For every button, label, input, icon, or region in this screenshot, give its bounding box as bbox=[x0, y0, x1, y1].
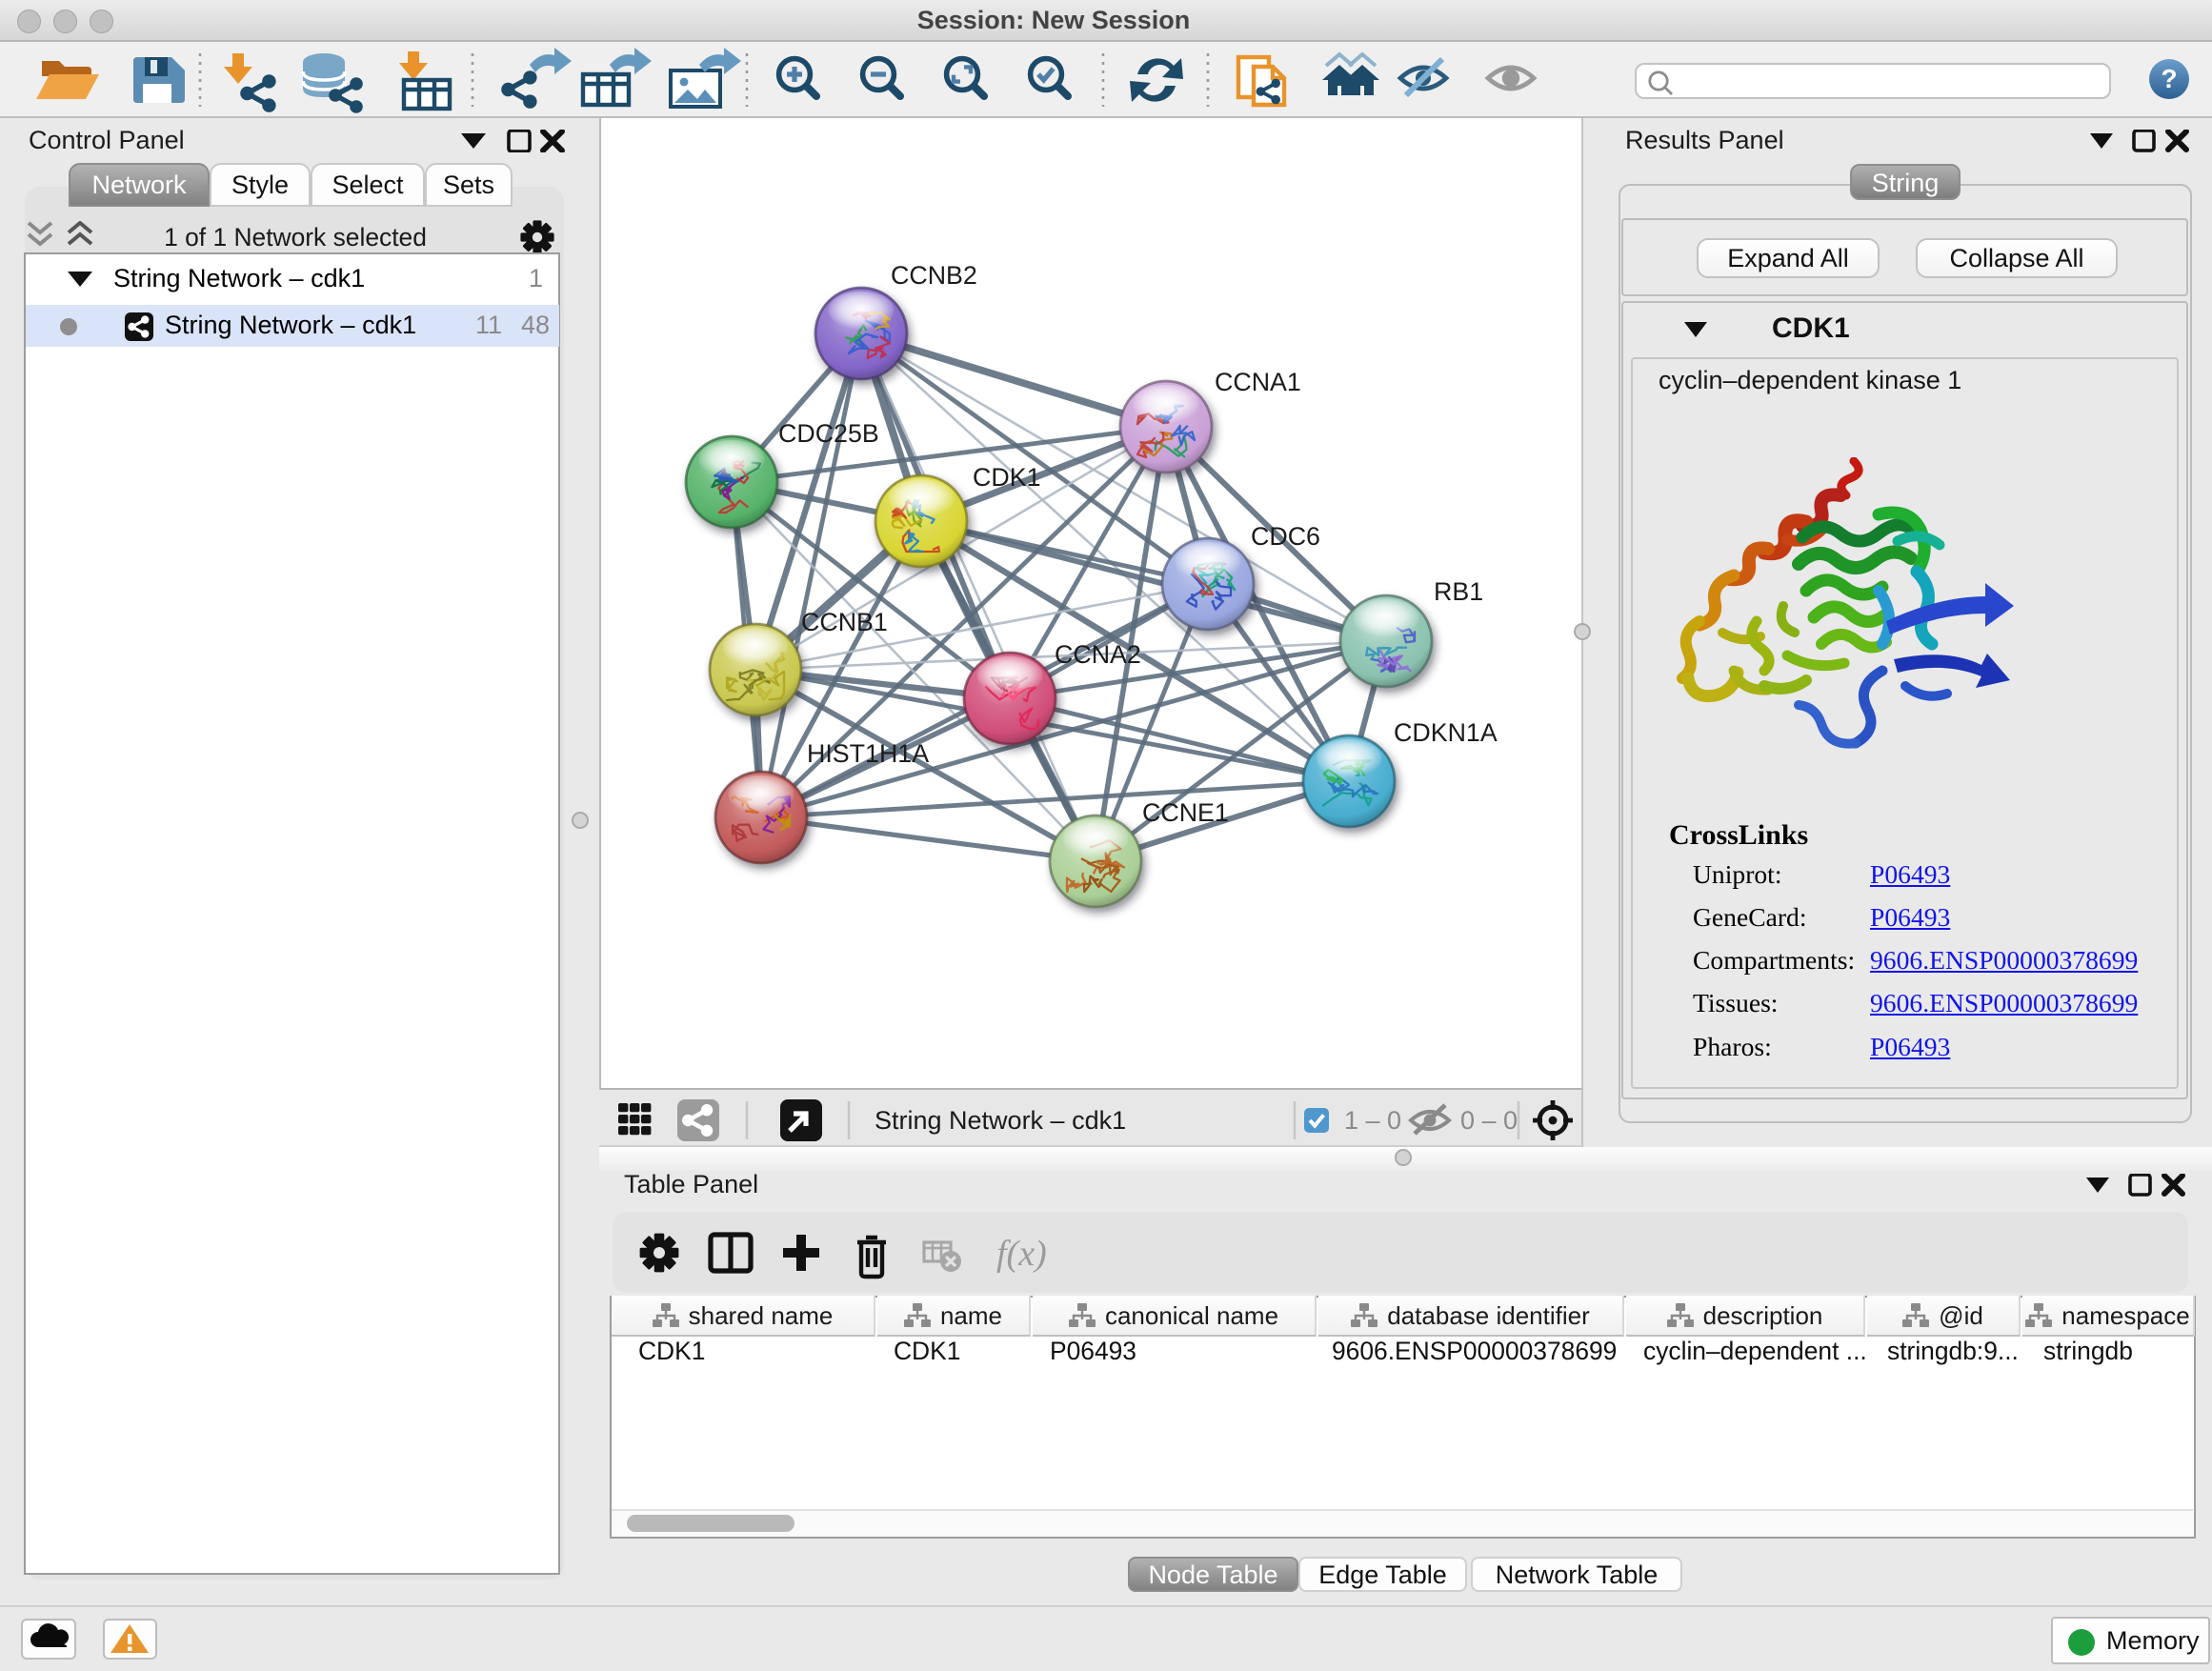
svg-text:CCNE1: CCNE1 bbox=[1142, 798, 1229, 827]
svg-text:CDC6: CDC6 bbox=[1251, 522, 1320, 551]
svg-text:1 – 0: 1 – 0 bbox=[1344, 1106, 1401, 1135]
svg-text:String Network – cdk1: String Network – cdk1 bbox=[875, 1106, 1126, 1135]
svg-text:RB1: RB1 bbox=[1434, 577, 1483, 606]
svg-text:CCNB2: CCNB2 bbox=[891, 261, 977, 290]
svg-text:CCNB1: CCNB1 bbox=[801, 608, 888, 636]
svg-text:CCNA2: CCNA2 bbox=[1055, 640, 1141, 669]
svg-text:HIST1H1A: HIST1H1A bbox=[807, 739, 929, 768]
svg-text:CDKN1A: CDKN1A bbox=[1394, 718, 1498, 747]
svg-text:CCNA1: CCNA1 bbox=[1215, 368, 1301, 396]
svg-text:CDK1: CDK1 bbox=[973, 463, 1040, 492]
svg-text:0 – 0: 0 – 0 bbox=[1460, 1106, 1518, 1135]
svg-text:CDC25B: CDC25B bbox=[778, 419, 879, 448]
svg-text:f(x): f(x) bbox=[996, 1234, 1047, 1274]
